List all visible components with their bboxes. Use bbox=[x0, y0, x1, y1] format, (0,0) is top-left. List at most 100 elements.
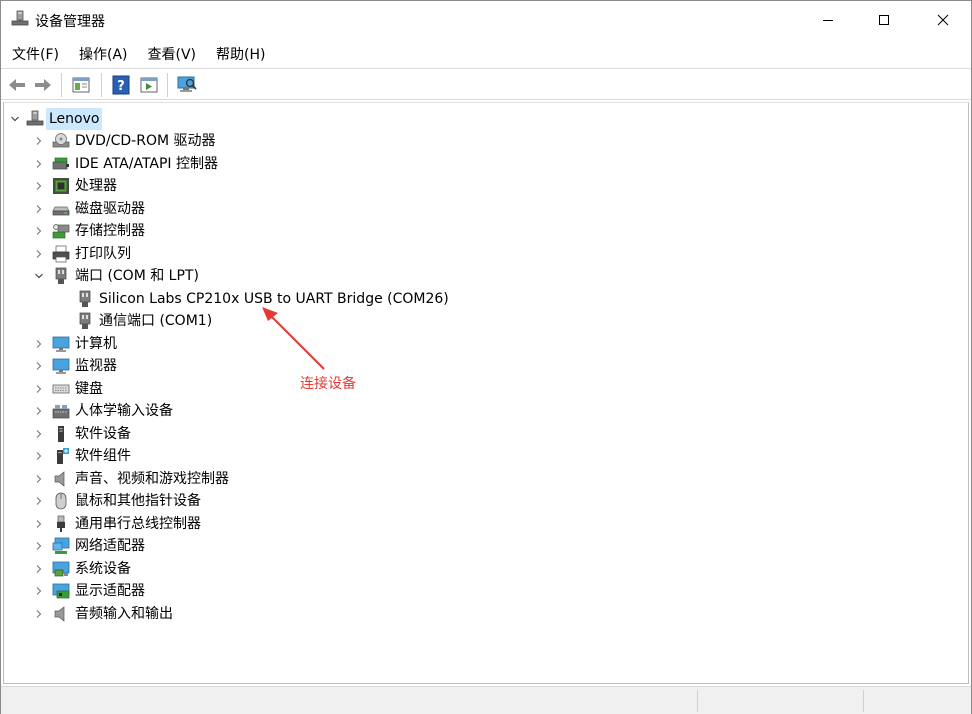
tree-item-label: 磁盘驱动器 bbox=[75, 201, 145, 217]
maximize-button[interactable] bbox=[857, 1, 911, 39]
tree-item-software-component[interactable]: 软件组件 bbox=[32, 445, 131, 467]
chevron-right-icon[interactable] bbox=[32, 558, 46, 580]
help-icon[interactable]: ? bbox=[111, 75, 131, 95]
tree-item-sound[interactable]: 声音、视频和游戏控制器 bbox=[32, 468, 229, 490]
tree-item-monitor[interactable]: 监视器 bbox=[32, 355, 117, 377]
tree-item-audio-io[interactable]: 音频输入和输出 bbox=[32, 603, 173, 625]
title-bar[interactable]: 设备管理器 bbox=[1, 1, 971, 39]
back-icon[interactable] bbox=[7, 75, 27, 95]
tree-item-label: 人体学输入设备 bbox=[75, 403, 173, 419]
tree-item-label: 显示适配器 bbox=[75, 583, 145, 599]
tree-item-label: 监视器 bbox=[75, 358, 117, 374]
tree-item-system[interactable]: 系统设备 bbox=[32, 558, 131, 580]
tree-item-network[interactable]: 网络适配器 bbox=[32, 535, 145, 557]
annotation-arrow bbox=[262, 307, 325, 370]
port-icon bbox=[52, 267, 70, 285]
tree-item-label: 软件组件 bbox=[75, 448, 131, 464]
toolbar-separator bbox=[61, 73, 62, 97]
tree-item-label: 系统设备 bbox=[75, 561, 131, 577]
tree-item-hid[interactable]: 人体学输入设备 bbox=[32, 400, 173, 422]
software-device-icon bbox=[52, 425, 70, 443]
processor-icon bbox=[52, 177, 70, 195]
tree-item-label: 软件设备 bbox=[75, 426, 131, 442]
chevron-right-icon[interactable] bbox=[32, 220, 46, 242]
tree-item-processor[interactable]: 处理器 bbox=[32, 175, 117, 197]
tree-item-computer[interactable]: 计算机 bbox=[32, 333, 117, 355]
update-driver-icon[interactable] bbox=[139, 75, 159, 95]
tree-item-mouse[interactable]: 鼠标和其他指针设备 bbox=[32, 490, 201, 512]
chevron-down-icon[interactable] bbox=[32, 265, 46, 287]
tree-item-dvd[interactable]: DVD/CD-ROM 驱动器 bbox=[32, 130, 216, 152]
tree-item-printer[interactable]: 打印队列 bbox=[32, 243, 131, 265]
annotation-text: 连接设备 bbox=[300, 376, 356, 392]
tree-item-label: IDE ATA/ATAPI 控制器 bbox=[75, 156, 219, 172]
menu-help[interactable]: 帮助(H) bbox=[206, 41, 275, 67]
maximize-icon bbox=[879, 15, 889, 25]
status-divider bbox=[697, 690, 698, 712]
monitor-icon bbox=[52, 335, 70, 353]
chevron-right-icon[interactable] bbox=[32, 490, 46, 512]
forward-icon[interactable] bbox=[33, 75, 53, 95]
chevron-right-icon[interactable] bbox=[32, 355, 46, 377]
chevron-right-icon[interactable] bbox=[32, 603, 46, 625]
port-icon bbox=[76, 312, 94, 330]
chevron-right-icon[interactable] bbox=[32, 468, 46, 490]
minimize-button[interactable] bbox=[801, 1, 855, 39]
chevron-right-icon[interactable] bbox=[32, 333, 46, 355]
tree-root-lenovo[interactable]: Lenovo bbox=[8, 108, 103, 130]
chevron-right-icon[interactable] bbox=[32, 535, 46, 557]
chevron-right-icon[interactable] bbox=[32, 513, 46, 535]
chevron-right-icon[interactable] bbox=[32, 580, 46, 602]
menu-file[interactable]: 文件(F) bbox=[1, 41, 69, 67]
minimize-icon bbox=[823, 20, 833, 21]
tree-item-ports[interactable]: 端口 (COM 和 LPT) bbox=[32, 265, 199, 287]
tree-item-ide[interactable]: IDE ATA/ATAPI 控制器 bbox=[32, 153, 218, 175]
tree-item-label: 打印队列 bbox=[75, 246, 131, 262]
disk-drive-icon bbox=[52, 200, 70, 218]
menu-action[interactable]: 操作(A) bbox=[69, 41, 138, 67]
tree-item-label: 键盘 bbox=[75, 381, 103, 397]
chevron-right-icon[interactable] bbox=[32, 130, 46, 152]
tree-item-label: DVD/CD-ROM 驱动器 bbox=[75, 133, 216, 149]
device-manager-app-icon bbox=[11, 10, 29, 28]
chevron-right-icon[interactable] bbox=[32, 423, 46, 445]
tree-item-cp210x[interactable]: Silicon Labs CP210x USB to UART Bridge (… bbox=[56, 288, 449, 310]
ide-controller-icon bbox=[52, 155, 70, 173]
tree-item-com1[interactable]: 通信端口 (COM1) bbox=[56, 310, 212, 332]
tree-item-usb[interactable]: 通用串行总线控制器 bbox=[32, 513, 201, 535]
tree-item-label: 通用串行总线控制器 bbox=[75, 516, 201, 532]
chevron-right-icon[interactable] bbox=[32, 378, 46, 400]
chevron-down-icon[interactable] bbox=[8, 108, 22, 130]
tree-item-storage[interactable]: 存储控制器 bbox=[32, 220, 145, 242]
mouse-icon bbox=[52, 492, 70, 510]
tree-item-keyboard[interactable]: 键盘 bbox=[32, 378, 103, 400]
chevron-right-icon[interactable] bbox=[32, 400, 46, 422]
chevron-right-icon[interactable] bbox=[32, 175, 46, 197]
tree-item-label: 计算机 bbox=[75, 336, 117, 352]
dvd-drive-icon bbox=[52, 132, 70, 150]
tree-item-disk[interactable]: 磁盘驱动器 bbox=[32, 198, 145, 220]
properties-icon[interactable] bbox=[71, 75, 91, 95]
scan-hardware-icon[interactable] bbox=[177, 75, 197, 95]
device-manager-window: 设备管理器 文件(F) 操作(A) 查看(V) 帮助(H) ? Lenovo D… bbox=[0, 0, 972, 714]
toolbar-separator bbox=[167, 73, 168, 97]
tree-item-label: 网络适配器 bbox=[75, 538, 145, 554]
close-button[interactable] bbox=[916, 1, 970, 39]
tree-item-label: 存储控制器 bbox=[75, 223, 145, 239]
chevron-right-icon[interactable] bbox=[32, 243, 46, 265]
tree-item-label: 音频输入和输出 bbox=[75, 606, 173, 622]
tree-item-label: 处理器 bbox=[75, 178, 117, 194]
tree-item-software-device[interactable]: 软件设备 bbox=[32, 423, 131, 445]
menu-view[interactable]: 查看(V) bbox=[138, 41, 207, 67]
chevron-right-icon[interactable] bbox=[32, 153, 46, 175]
network-adapter-icon bbox=[52, 537, 70, 555]
tree-item-display[interactable]: 显示适配器 bbox=[32, 580, 145, 602]
chevron-right-icon[interactable] bbox=[32, 198, 46, 220]
tree-item-label: 通信端口 (COM1) bbox=[99, 313, 213, 329]
port-icon bbox=[76, 290, 94, 308]
device-tree[interactable]: Lenovo DVD/CD-ROM 驱动器 IDE ATA/ATAPI 控制器 … bbox=[3, 102, 969, 684]
chevron-right-icon[interactable] bbox=[32, 445, 46, 467]
toolbar-separator bbox=[101, 73, 102, 97]
